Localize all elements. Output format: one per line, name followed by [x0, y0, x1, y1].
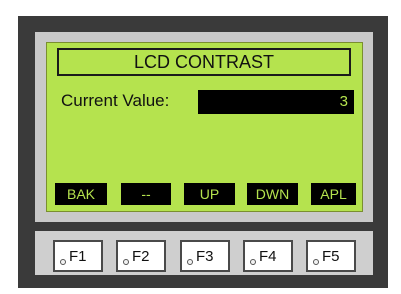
f1-label: F1 [69, 248, 87, 265]
f5-led-indicator [313, 259, 319, 265]
f2-label: F2 [132, 248, 150, 265]
f4-button[interactable]: F4 [243, 240, 293, 272]
softkey-bar: BAK -- UP DWN APL [55, 183, 356, 205]
lcd-screen: LCD CONTRAST Current Value: 3 BAK -- UP … [46, 42, 363, 212]
current-value-label: Current Value: [61, 91, 170, 110]
f3-led-indicator [187, 259, 193, 265]
f2-led-indicator [123, 259, 129, 265]
f2-button[interactable]: F2 [116, 240, 166, 272]
softkey-up[interactable]: UP [184, 183, 235, 205]
f3-label: F3 [196, 248, 214, 265]
f1-led-indicator [60, 259, 66, 265]
f4-label: F4 [259, 248, 277, 265]
f1-button[interactable]: F1 [53, 240, 103, 272]
softkey-bak[interactable]: BAK [55, 183, 107, 205]
f3-button[interactable]: F3 [180, 240, 230, 272]
f5-label: F5 [322, 248, 340, 265]
lcd-title: LCD CONTRAST [57, 48, 351, 76]
f5-button[interactable]: F5 [306, 240, 356, 272]
current-value-display: 3 [198, 90, 354, 114]
softkey-apl[interactable]: APL [311, 183, 356, 205]
softkey-blank[interactable]: -- [121, 183, 171, 205]
softkey-dwn[interactable]: DWN [247, 183, 298, 205]
f4-led-indicator [250, 259, 256, 265]
